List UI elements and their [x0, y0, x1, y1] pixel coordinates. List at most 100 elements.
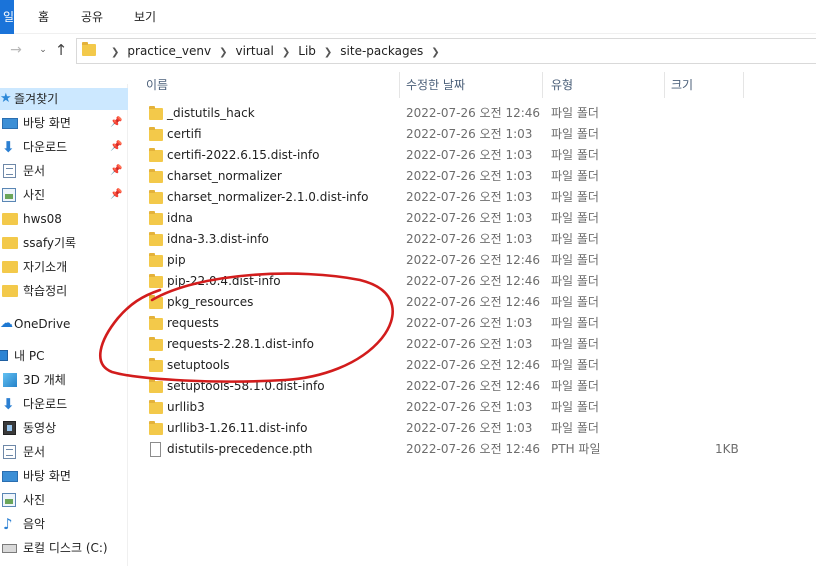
- file-type: 파일 폴더: [551, 127, 599, 141]
- navigation-pane: ★ 즐겨찾기 바탕 화면 📌 ⬇ 다운로드 📌 문서 📌 사진 📌 hws08 …: [0, 84, 128, 566]
- sidebar-item-local-disk[interactable]: 로컬 디스크 (C:): [0, 537, 128, 559]
- folder-icon: [149, 253, 163, 267]
- column-divider[interactable]: [542, 72, 543, 98]
- sidebar-item-hws08[interactable]: hws08: [0, 208, 128, 230]
- file-row[interactable]: idna 2022-07-26 오전 1:03 파일 폴더: [128, 208, 816, 229]
- file-type: 파일 폴더: [551, 421, 599, 435]
- file-row[interactable]: pip-22.0.4.dist-info 2022-07-26 오전 12:46…: [128, 271, 816, 292]
- pin-icon[interactable]: 📌: [110, 136, 122, 158]
- file-row[interactable]: charset_normalizer-2.1.0.dist-info 2022-…: [128, 187, 816, 208]
- file-type: 파일 폴더: [551, 316, 599, 330]
- sidebar-item-desktop[interactable]: 바탕 화면 📌: [0, 112, 128, 134]
- tab-view[interactable]: 보기: [134, 0, 156, 34]
- breadcrumb-item[interactable]: Lib: [298, 44, 316, 58]
- file-row[interactable]: urllib3 2022-07-26 오전 1:03 파일 폴더: [128, 397, 816, 418]
- sidebar-item-label: 사진: [23, 188, 46, 202]
- sidebar-item-pictures[interactable]: 사진 📌: [0, 184, 128, 206]
- file-row[interactable]: certifi-2022.6.15.dist-info 2022-07-26 오…: [128, 145, 816, 166]
- folder-icon: [149, 127, 163, 141]
- file-row[interactable]: idna-3.3.dist-info 2022-07-26 오전 1:03 파일…: [128, 229, 816, 250]
- chevron-right-icon[interactable]: ❯: [219, 47, 227, 58]
- breadcrumb-item[interactable]: virtual: [236, 44, 274, 58]
- file-row[interactable]: requests-2.28.1.dist-info 2022-07-26 오전 …: [128, 334, 816, 355]
- sidebar-item-documents[interactable]: 문서 📌: [0, 160, 128, 182]
- file-type: 파일 폴더: [551, 400, 599, 414]
- desktop-icon: [2, 471, 18, 482]
- folder-icon: [149, 400, 163, 414]
- column-divider[interactable]: [664, 72, 665, 98]
- address-bar[interactable]: ❯ practice_venv ❯ virtual ❯ Lib ❯ site-packages…: [76, 38, 816, 64]
- file-row[interactable]: requests 2022-07-26 오전 1:03 파일 폴더: [128, 313, 816, 334]
- sidebar-item-music[interactable]: ♪ 음악: [0, 513, 128, 535]
- sidebar-item-downloads[interactable]: ⬇ 다운로드 📌: [0, 136, 128, 158]
- file-date: 2022-07-26 오전 1:03: [406, 169, 533, 183]
- chevron-right-icon[interactable]: ❯: [282, 47, 290, 58]
- sidebar-item-pc-desktop[interactable]: 바탕 화면: [0, 465, 128, 487]
- sidebar-item-3d-objects[interactable]: 3D 개체: [0, 369, 128, 391]
- up-arrow-icon[interactable]: ↑: [53, 42, 69, 58]
- sidebar-item-pc-downloads[interactable]: ⬇ 다운로드: [0, 393, 128, 415]
- sidebar-item-ssafy[interactable]: ssafy기록: [0, 232, 128, 254]
- file-row[interactable]: charset_normalizer 2022-07-26 오전 1:03 파일…: [128, 166, 816, 187]
- sidebar-item-study-notes[interactable]: 학습정리: [0, 280, 128, 302]
- pin-icon[interactable]: 📌: [110, 160, 122, 182]
- file-name: idna: [167, 211, 193, 225]
- sidebar-item-onedrive[interactable]: ☁ OneDrive: [0, 313, 128, 335]
- sidebar-item-label: ssafy기록: [23, 236, 77, 250]
- chevron-right-icon[interactable]: ❯: [431, 47, 439, 58]
- sidebar-item-this-pc[interactable]: 내 PC: [0, 345, 128, 367]
- column-header-type[interactable]: 유형: [551, 72, 573, 98]
- column-divider[interactable]: [399, 72, 400, 98]
- folder-icon: [149, 232, 163, 246]
- pin-icon[interactable]: 📌: [110, 184, 122, 206]
- file-row[interactable]: setuptools-58.1.0.dist-info 2022-07-26 오…: [128, 376, 816, 397]
- file-row[interactable]: certifi 2022-07-26 오전 1:03 파일 폴더: [128, 124, 816, 145]
- sidebar-item-pc-pictures[interactable]: 사진: [0, 489, 128, 511]
- forward-icon[interactable]: →: [8, 42, 24, 58]
- chevron-right-icon: ❯: [111, 47, 120, 58]
- folder-icon: [149, 148, 163, 162]
- tab-home[interactable]: 홈: [38, 0, 49, 34]
- sidebar-item-label: 다운로드: [23, 140, 68, 154]
- folder-icon: [2, 237, 18, 249]
- file-name: requests: [167, 316, 219, 330]
- file-date: 2022-07-26 오전 1:03: [406, 127, 533, 141]
- tab-share[interactable]: 공유: [81, 0, 103, 34]
- file-row[interactable]: setuptools 2022-07-26 오전 12:46 파일 폴더: [128, 355, 816, 376]
- document-icon: [3, 164, 16, 178]
- recent-locations-chevron-down-icon[interactable]: ⌄: [35, 42, 51, 58]
- folder-icon: [149, 169, 163, 183]
- sidebar-item-label: 로컬 디스크 (C:): [23, 541, 108, 555]
- chevron-right-icon[interactable]: ❯: [324, 47, 332, 58]
- file-type: 파일 폴더: [551, 232, 599, 246]
- folder-icon: [2, 261, 18, 273]
- file-row[interactable]: _distutils_hack 2022-07-26 오전 12:46 파일 폴…: [128, 103, 816, 124]
- sidebar-item-videos[interactable]: 동영상: [0, 417, 128, 439]
- sidebar-item-label: OneDrive: [14, 317, 71, 331]
- column-divider[interactable]: [743, 72, 744, 98]
- folder-icon: [149, 190, 163, 204]
- file-name: setuptools-58.1.0.dist-info: [167, 379, 325, 393]
- file-row[interactable]: pkg_resources 2022-07-26 오전 12:46 파일 폴더: [128, 292, 816, 313]
- download-icon: ⬇: [2, 395, 15, 413]
- sidebar-item-label: 즐겨찾기: [14, 92, 59, 106]
- column-header-size[interactable]: 크기: [671, 72, 693, 98]
- sidebar-item-quick-access[interactable]: ★ 즐겨찾기: [0, 88, 128, 110]
- file-row[interactable]: pip 2022-07-26 오전 12:46 파일 폴더: [128, 250, 816, 271]
- pin-icon[interactable]: 📌: [110, 112, 122, 134]
- file-type: 파일 폴더: [551, 295, 599, 309]
- 3d-objects-icon: [3, 373, 17, 387]
- file-row[interactable]: urllib3-1.26.11.dist-info 2022-07-26 오전 …: [128, 418, 816, 439]
- sidebar-item-intro[interactable]: 자기소개: [0, 256, 128, 278]
- breadcrumb-item[interactable]: site-packages: [340, 44, 423, 58]
- tab-file[interactable]: 일: [0, 0, 14, 34]
- column-header-name[interactable]: 이름: [146, 72, 168, 98]
- sidebar-item-label: 3D 개체: [23, 373, 66, 387]
- column-header-modified[interactable]: 수정한 날짜: [406, 72, 465, 98]
- sidebar-item-pc-documents[interactable]: 문서: [0, 441, 128, 463]
- file-name: charset_normalizer-2.1.0.dist-info: [167, 190, 369, 204]
- file-name: charset_normalizer: [167, 169, 282, 183]
- pictures-icon: [2, 188, 16, 202]
- breadcrumb-item[interactable]: practice_venv: [127, 44, 211, 58]
- file-row[interactable]: distutils-precedence.pth 2022-07-26 오전 1…: [128, 439, 816, 460]
